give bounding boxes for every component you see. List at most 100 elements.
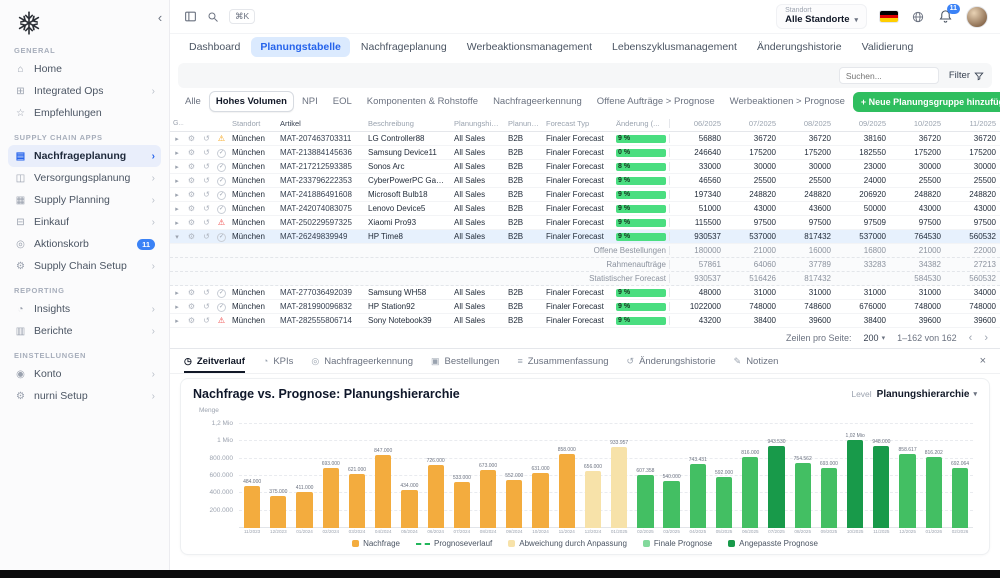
table-row[interactable]: ▸⚙↺✓MünchenMAT-217212593385Sonos ArcAll … [170, 160, 1000, 174]
expand-row-icon[interactable]: ▸ [170, 205, 184, 213]
panel-tab-nderungshistorie[interactable]: ↺Änderungshistorie [627, 349, 716, 373]
cell-month-value[interactable]: 51000 [669, 204, 724, 213]
user-avatar[interactable] [966, 6, 988, 28]
sidebar-item-empfehlungen[interactable]: ☆Empfehlungen [8, 102, 161, 124]
tab-dashboard[interactable]: Dashboard [180, 37, 249, 57]
cell-month-value[interactable]: 30000 [724, 162, 779, 171]
cell-month-value[interactable]: 22000 [944, 246, 999, 255]
cell-month-value[interactable]: 817432 [779, 274, 834, 283]
row-history-icon[interactable]: ↺ [199, 148, 214, 157]
tab-nachfrageplanung[interactable]: Nachfrageplanung [352, 37, 456, 57]
search-input[interactable] [839, 67, 939, 84]
cell-month-value[interactable]: 206920 [834, 190, 889, 199]
panel-tab-notizen[interactable]: ✎Notizen [734, 349, 779, 373]
cell-month-value[interactable]: 115500 [669, 218, 724, 227]
cell-month-value[interactable]: 97500 [889, 218, 944, 227]
expand-row-icon[interactable]: ▸ [170, 303, 184, 311]
panel-tab-bestellungen[interactable]: ▣Bestellungen [431, 349, 499, 373]
cell-month-value[interactable]: 248820 [889, 190, 944, 199]
cell-month-value[interactable]: 30000 [944, 162, 999, 171]
expand-row-icon[interactable]: ▸ [170, 289, 184, 297]
cell-month-value[interactable]: 175200 [889, 148, 944, 157]
table-row[interactable]: ▸⚙↺⚠MünchenMAT-250229597325Xiaomi Pro93A… [170, 216, 1000, 230]
row-history-icon[interactable]: ↺ [199, 232, 214, 241]
sidebar-item-supply-chain-setup[interactable]: ⚙Supply Chain Setup› [8, 255, 161, 277]
cell-month-value[interactable]: 248820 [724, 190, 779, 199]
cell-month-value[interactable]: 748000 [944, 302, 999, 311]
cell-month-value[interactable]: 38400 [724, 316, 779, 325]
table-subrow[interactable]: Rahmenaufträge57861640603778933283343822… [170, 258, 1000, 272]
cell-month-value[interactable]: 817432 [779, 232, 834, 241]
sidebar-item-home[interactable]: ⌂Home [8, 58, 161, 80]
row-settings-icon[interactable]: ⚙ [184, 134, 199, 143]
cell-month-value[interactable]: 516426 [724, 274, 779, 283]
cell-month-value[interactable]: 36720 [944, 134, 999, 143]
row-settings-icon[interactable]: ⚙ [184, 232, 199, 241]
next-page-button[interactable]: › [984, 332, 988, 344]
table-row[interactable]: ▸⚙↺✓MünchenMAT-281990096832HP Station92A… [170, 300, 1000, 314]
panel-tab-zusammenfassung[interactable]: ≡Zusammenfassung [517, 349, 608, 373]
close-panel-button[interactable]: × [980, 355, 986, 367]
cell-month-value[interactable]: 38160 [834, 134, 889, 143]
cell-month-value[interactable]: 182550 [834, 148, 889, 157]
cell-month-value[interactable]: 25500 [724, 176, 779, 185]
location-selector[interactable]: Standort Alle Standorte ▾ [776, 4, 867, 29]
row-history-icon[interactable]: ↺ [199, 288, 214, 297]
row-settings-icon[interactable]: ⚙ [184, 288, 199, 297]
rows-per-page-select[interactable]: 200▾ [864, 333, 886, 343]
cell-month-value[interactable]: 25500 [779, 176, 834, 185]
row-settings-icon[interactable]: ⚙ [184, 148, 199, 157]
cell-month-value[interactable]: 36720 [779, 134, 834, 143]
cell-month-value[interactable]: 537000 [724, 232, 779, 241]
level-select[interactable]: Planungshierarchie▾ [877, 389, 977, 400]
tab-werbeaktionsmanagement[interactable]: Werbeaktionsmanagement [458, 37, 601, 57]
filter-button[interactable]: Filter [949, 70, 984, 81]
cell-month-value[interactable]: 43600 [779, 204, 834, 213]
cell-month-value[interactable]: 748000 [724, 302, 779, 311]
sidebar-item-konto[interactable]: ◉Konto› [8, 363, 161, 385]
segment-tab-eol[interactable]: EOL [326, 91, 359, 112]
cell-month-value[interactable]: 31000 [889, 288, 944, 297]
cell-month-value[interactable]: 34000 [944, 288, 999, 297]
tab-planungstabelle[interactable]: Planungstabelle [251, 37, 350, 57]
expand-row-icon[interactable]: ▸ [170, 191, 184, 199]
notifications-button[interactable]: 11 [938, 9, 953, 24]
table-row[interactable]: ▸⚙↺✓MünchenMAT-277036492039Samsung WH58A… [170, 286, 1000, 300]
globe-icon[interactable] [911, 10, 925, 24]
cell-month-value[interactable]: 16000 [779, 246, 834, 255]
table-row[interactable]: ▾⚙↺✓MünchenMAT-26249839949HP Time8All Sa… [170, 230, 1000, 244]
cell-month-value[interactable]: 36720 [889, 134, 944, 143]
expand-row-icon[interactable]: ▸ [170, 135, 184, 143]
table-row[interactable]: ▸⚙↺✓MünchenMAT-233796222353CyberPowerPC … [170, 174, 1000, 188]
row-history-icon[interactable]: ↺ [199, 204, 214, 213]
row-settings-icon[interactable]: ⚙ [184, 204, 199, 213]
cell-month-value[interactable]: 930537 [669, 274, 724, 283]
sidebar-item-versorgungsplanung[interactable]: ◫Versorgungsplanung› [8, 167, 161, 189]
cell-month-value[interactable]: 21000 [724, 246, 779, 255]
cell-month-value[interactable]: 39600 [779, 316, 834, 325]
cell-month-value[interactable]: 97500 [944, 218, 999, 227]
sidebar-item-insights[interactable]: ◔Insights› [8, 298, 161, 320]
row-history-icon[interactable]: ↺ [199, 218, 214, 227]
cell-month-value[interactable]: 48000 [669, 288, 724, 297]
table-row[interactable]: ▸⚙↺✓MünchenMAT-213884145636Samsung Devic… [170, 146, 1000, 160]
cell-month-value[interactable]: 930537 [669, 232, 724, 241]
cell-month-value[interactable]: 25500 [889, 176, 944, 185]
keyboard-shortcut-badge[interactable]: ⌘K [229, 9, 255, 24]
cell-month-value[interactable]: 764530 [889, 232, 944, 241]
tab-lebenszyklusmanagement[interactable]: Lebenszyklusmanagement [603, 37, 746, 57]
cell-month-value[interactable]: 25500 [944, 176, 999, 185]
collapse-row-icon[interactable]: ▾ [170, 233, 184, 241]
table-row[interactable]: ▸⚙↺⚠MünchenMAT-207463703311LG Controller… [170, 132, 1000, 146]
segment-tab-offene-auftr-ge-prognose[interactable]: Offene Aufträge > Prognose [590, 91, 722, 112]
cell-month-value[interactable]: 30000 [889, 162, 944, 171]
cell-month-value[interactable]: 16800 [834, 246, 889, 255]
search-icon[interactable] [207, 11, 219, 23]
row-history-icon[interactable]: ↺ [199, 176, 214, 185]
row-settings-icon[interactable]: ⚙ [184, 218, 199, 227]
table-subrow[interactable]: Statistischer Forecast930537516426817432… [170, 272, 1000, 286]
cell-month-value[interactable]: 1022000 [669, 302, 724, 311]
cell-month-value[interactable]: 33283 [834, 260, 889, 269]
cell-month-value[interactable]: 560532 [944, 274, 999, 283]
cell-month-value[interactable]: 43200 [669, 316, 724, 325]
